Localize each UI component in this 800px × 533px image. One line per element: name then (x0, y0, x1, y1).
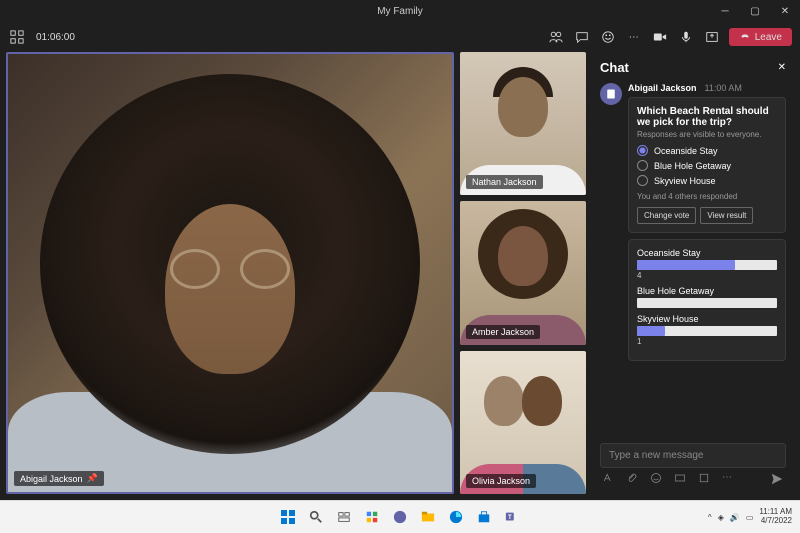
result-count: 1 (637, 337, 777, 346)
window-title: My Family (377, 6, 423, 17)
leave-button[interactable]: Leave (729, 28, 792, 46)
clock[interactable]: 11:11 AM 4/7/2022 (759, 508, 792, 526)
explorer-icon[interactable] (417, 506, 439, 528)
change-vote-button[interactable]: Change vote (637, 207, 696, 224)
tray-date: 4/7/2022 (759, 517, 792, 526)
result-count: 4 (637, 271, 777, 280)
meeting-toolbar: 01:06:00 ⋯ Leave (0, 22, 800, 52)
radio-icon (637, 145, 648, 156)
chat-title: Chat (600, 60, 629, 75)
close-button[interactable]: ✕ (770, 0, 800, 22)
chat-icon[interactable] (573, 28, 591, 46)
avatar (600, 83, 622, 105)
compose-toolbar: ⋯ (600, 468, 786, 486)
sticker-icon[interactable] (698, 472, 712, 486)
poll-card: Which Beach Rental should we pick for th… (628, 97, 786, 233)
speaker-name: Abigail Jackson (20, 474, 83, 484)
window-controls: ─ ▢ ✕ (710, 0, 800, 22)
chat-panel: Chat ✕ Abigail Jackson 11:00 AM Which Be… (592, 52, 794, 494)
more-compose-icon[interactable]: ⋯ (722, 472, 736, 486)
reactions-icon[interactable] (599, 28, 617, 46)
store-icon[interactable] (473, 506, 495, 528)
attach-icon[interactable] (626, 472, 640, 486)
task-view-icon[interactable] (333, 506, 355, 528)
format-icon[interactable] (602, 472, 616, 486)
grid-view-icon[interactable] (8, 28, 26, 46)
speaker-nametag: Abigail Jackson 📌 (14, 471, 104, 486)
search-icon[interactable] (305, 506, 327, 528)
gif-icon[interactable] (674, 472, 688, 486)
poll-responders: You and 4 others responded (637, 192, 777, 201)
radio-icon (637, 160, 648, 171)
camera-icon[interactable] (651, 28, 669, 46)
teams-app-window: My Family ─ ▢ ✕ 01:06:00 ⋯ (0, 0, 800, 500)
people-icon[interactable] (547, 28, 565, 46)
radio-icon (637, 175, 648, 186)
result-label: Skyview House (637, 314, 777, 324)
emoji-icon[interactable] (650, 472, 664, 486)
participant-thumbnails: Nathan Jackson Amber Jackson Olivia Jack… (460, 52, 586, 494)
meeting-main: Abigail Jackson 📌 Nathan Jackson Amber J… (0, 52, 800, 500)
chat-message: Abigail Jackson 11:00 AM Which Beach Ren… (600, 83, 786, 361)
more-icon[interactable]: ⋯ (625, 28, 643, 46)
windows-taskbar[interactable]: T ^ ◈ 🔊 ▭ 11:11 AM 4/7/2022 (0, 500, 800, 533)
titlebar: My Family ─ ▢ ✕ (0, 0, 800, 22)
participant-tile[interactable]: Olivia Jackson (460, 351, 586, 494)
share-icon[interactable] (703, 28, 721, 46)
mic-icon[interactable] (677, 28, 695, 46)
chat-taskbar-icon[interactable] (389, 506, 411, 528)
wifi-icon[interactable]: ◈ (718, 513, 724, 522)
poll-option[interactable]: Skyview House (637, 175, 777, 186)
main-speaker-tile[interactable]: Abigail Jackson 📌 (6, 52, 454, 494)
poll-results: Oceanside Stay 4 Blue Hole Getaway Skyvi… (628, 239, 786, 361)
minimize-button[interactable]: ─ (710, 0, 740, 22)
leave-label: Leave (755, 32, 782, 43)
close-chat-icon[interactable]: ✕ (778, 62, 786, 73)
battery-icon[interactable]: ▭ (746, 513, 754, 522)
message-time: 11:00 AM (705, 83, 742, 93)
view-result-button[interactable]: View result (700, 207, 753, 224)
start-icon[interactable] (277, 506, 299, 528)
poll-option[interactable]: Blue Hole Getaway (637, 160, 777, 171)
pin-icon: 📌 (87, 473, 98, 484)
poll-subtitle: Responses are visible to everyone. (637, 130, 777, 139)
poll-option[interactable]: Oceanside Stay (637, 145, 777, 156)
send-icon[interactable] (770, 472, 784, 486)
system-tray[interactable]: ^ ◈ 🔊 ▭ 11:11 AM 4/7/2022 (708, 508, 792, 526)
svg-text:T: T (508, 514, 512, 521)
result-label: Blue Hole Getaway (637, 286, 777, 296)
participant-tile[interactable]: Nathan Jackson (460, 52, 586, 195)
participant-tile[interactable]: Amber Jackson (460, 201, 586, 344)
message-input[interactable]: Type a new message (600, 443, 786, 468)
participant-name: Nathan Jackson (472, 177, 537, 187)
participant-name: Olivia Jackson (472, 476, 530, 486)
result-label: Oceanside Stay (637, 248, 777, 258)
message-author: Abigail Jackson (628, 83, 697, 93)
chevron-up-icon[interactable]: ^ (708, 513, 712, 522)
teams-icon[interactable]: T (501, 506, 523, 528)
widgets-icon[interactable] (361, 506, 383, 528)
volume-icon[interactable]: 🔊 (730, 513, 740, 522)
edge-icon[interactable] (445, 506, 467, 528)
maximize-button[interactable]: ▢ (740, 0, 770, 22)
participant-name: Amber Jackson (472, 327, 534, 337)
call-timer: 01:06:00 (36, 32, 75, 43)
poll-question: Which Beach Rental should we pick for th… (637, 106, 777, 128)
